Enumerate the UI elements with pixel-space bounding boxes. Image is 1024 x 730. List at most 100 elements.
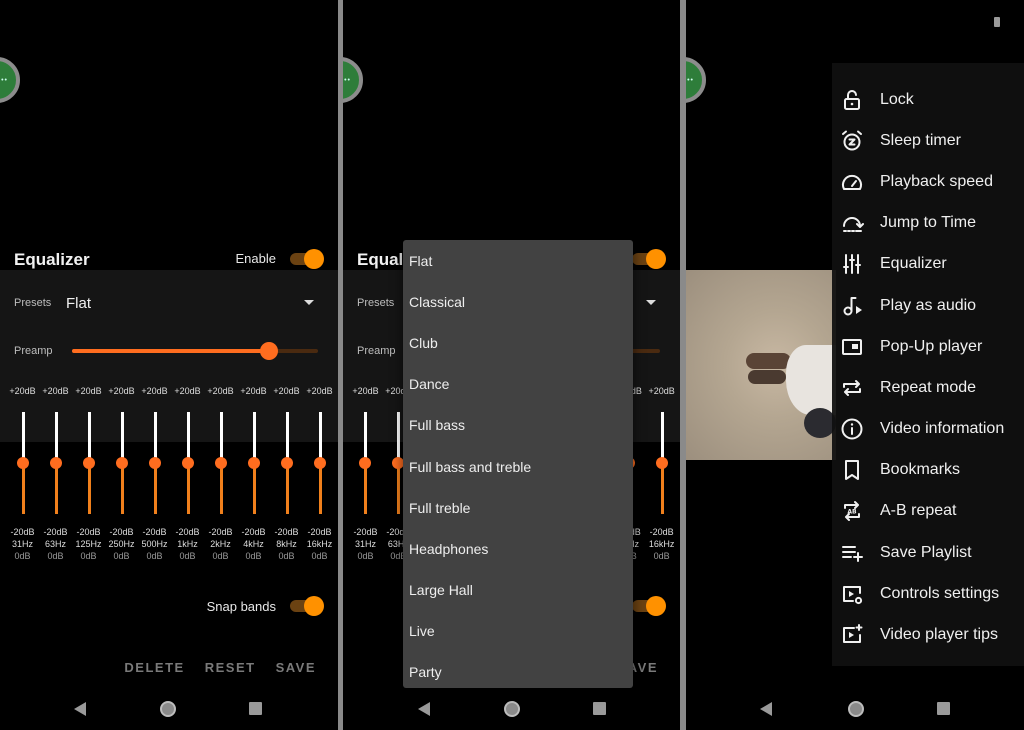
band-thumb[interactable] (148, 457, 161, 469)
band-thumb[interactable] (82, 457, 95, 469)
band-frequency: 16kHz (648, 539, 675, 549)
ab-repeat-icon: AB (840, 499, 864, 523)
preset-option[interactable]: Classical (403, 281, 633, 322)
floating-action-button[interactable]: •• (343, 57, 363, 103)
back-icon[interactable] (418, 702, 430, 716)
band-fill (364, 463, 368, 514)
menu-item-video-information[interactable]: Video information (832, 409, 1024, 450)
video-frame[interactable] (686, 270, 836, 460)
band-thumb[interactable] (49, 457, 62, 469)
presets-select[interactable]: Flat (66, 295, 91, 312)
menu-item-label: Bookmarks (880, 461, 961, 479)
band-labels: -20dB 250Hz 0dB (105, 526, 138, 562)
menu-item-label: Repeat mode (880, 378, 977, 396)
band-slider-16kHz[interactable]: +20dB -20dB 16kHz 0dB (303, 386, 336, 566)
menu-item-a-b-repeat[interactable]: AB A-B repeat (832, 491, 1024, 532)
home-icon[interactable] (504, 701, 520, 717)
menu-item-sleep-timer[interactable]: Sleep timer (832, 120, 1024, 161)
band-thumb[interactable] (16, 457, 29, 469)
back-icon[interactable] (760, 702, 772, 716)
preset-option[interactable]: Party (403, 652, 633, 693)
preamp-slider[interactable] (72, 342, 318, 360)
enable-toggle[interactable] (290, 249, 324, 269)
home-icon[interactable] (160, 701, 176, 717)
save-button[interactable]: SAVE (276, 660, 316, 675)
menu-item-controls-settings[interactable]: Controls settings (832, 573, 1024, 614)
menu-item-pop-up-player[interactable]: Pop-Up player (832, 326, 1024, 367)
menu-item-playback-speed[interactable]: Playback speed (832, 161, 1024, 202)
band-min-label: -20dB (353, 527, 378, 537)
menu-item-video-player-tips[interactable]: Video player tips (832, 614, 1024, 655)
band-slider-8kHz[interactable]: +20dB -20dB 8kHz 0dB (270, 386, 303, 566)
menu-item-play-as-audio[interactable]: Play as audio (832, 285, 1024, 326)
preset-option[interactable]: Full treble (403, 487, 633, 528)
back-icon[interactable] (74, 702, 86, 716)
presets-label: Presets (357, 297, 395, 309)
preset-option[interactable]: Club (403, 322, 633, 363)
menu-item-jump-to-time[interactable]: Jump to Time (832, 203, 1024, 244)
recents-icon[interactable] (593, 702, 606, 715)
band-slider-16kHz[interactable]: +20dB -20dB 16kHz 0dB (645, 386, 678, 566)
band-min-label: -20dB (43, 527, 68, 537)
menu-item-save-playlist[interactable]: Save Playlist (832, 532, 1024, 573)
band-thumb[interactable] (181, 457, 194, 469)
floating-action-button[interactable]: •• (686, 57, 706, 103)
action-buttons: DELETE RESET SAVE (124, 660, 316, 675)
equalizer-screen: •• Equalizer Enable Presets Flat Preamp … (0, 0, 338, 730)
band-gain: 0dB (311, 551, 328, 561)
band-thumb[interactable] (359, 457, 372, 469)
band-labels: -20dB 31Hz 0dB (349, 526, 382, 562)
toggle-knob (646, 249, 666, 269)
menu-item-lock[interactable]: Lock (832, 79, 1024, 120)
band-slider-2kHz[interactable]: +20dB -20dB 2kHz 0dB (204, 386, 237, 566)
band-gain: 0dB (212, 551, 229, 561)
delete-button[interactable]: DELETE (124, 660, 184, 675)
preset-option[interactable]: Flat (403, 240, 633, 281)
band-thumb[interactable] (655, 457, 668, 469)
band-thumb[interactable] (247, 457, 260, 469)
toggle-knob (646, 596, 666, 616)
preset-option[interactable]: Full bass (403, 405, 633, 446)
band-slider-1kHz[interactable]: +20dB -20dB 1kHz 0dB (171, 386, 204, 566)
snap-bands-toggle[interactable] (632, 596, 666, 616)
band-frequency: 8kHz (276, 539, 297, 549)
menu-item-label: Pop-Up player (880, 337, 983, 355)
band-slider-250Hz[interactable]: +20dB -20dB 250Hz 0dB (105, 386, 138, 566)
preamp-thumb[interactable] (259, 342, 278, 360)
recents-icon[interactable] (937, 702, 950, 715)
menu-item-repeat-mode[interactable]: Repeat mode (832, 367, 1024, 408)
recents-icon[interactable] (249, 702, 262, 715)
band-thumb[interactable] (214, 457, 227, 469)
band-min-label: -20dB (241, 527, 266, 537)
floating-action-button[interactable]: •• (0, 57, 20, 103)
menu-item-equalizer[interactable]: Equalizer (832, 244, 1024, 285)
band-thumb[interactable] (280, 457, 293, 469)
preset-option[interactable]: Large Hall (403, 570, 633, 611)
preset-option[interactable]: Live (403, 611, 633, 652)
dropdown-arrow-icon[interactable] (646, 300, 656, 305)
home-icon[interactable] (848, 701, 864, 717)
snap-bands-toggle[interactable] (290, 596, 324, 616)
reset-button[interactable]: RESET (205, 660, 256, 675)
dropdown-arrow-icon[interactable] (304, 300, 314, 305)
band-slider-500Hz[interactable]: +20dB -20dB 500Hz 0dB (138, 386, 171, 566)
band-fill (186, 463, 190, 514)
preset-option[interactable]: Dance (403, 364, 633, 405)
band-frequency: 1kHz (177, 539, 198, 549)
preset-option[interactable]: Full bass and treble (403, 446, 633, 487)
menu-item-bookmarks[interactable]: Bookmarks (832, 450, 1024, 491)
band-slider-31Hz[interactable]: +20dB -20dB 31Hz 0dB (349, 386, 382, 566)
band-slider-125Hz[interactable]: +20dB -20dB 125Hz 0dB (72, 386, 105, 566)
band-labels: -20dB 125Hz 0dB (72, 526, 105, 562)
band-slider-63Hz[interactable]: +20dB -20dB 63Hz 0dB (39, 386, 72, 566)
band-slider-31Hz[interactable]: +20dB -20dB 31Hz 0dB (6, 386, 39, 566)
system-nav-bar (0, 696, 338, 722)
band-fill (21, 463, 25, 514)
band-gain: 0dB (146, 551, 163, 561)
preset-option[interactable]: Headphones (403, 528, 633, 569)
band-labels: -20dB 31Hz 0dB (6, 526, 39, 562)
enable-toggle[interactable] (632, 249, 666, 269)
band-thumb[interactable] (115, 457, 128, 469)
band-thumb[interactable] (313, 457, 326, 469)
band-slider-4kHz[interactable]: +20dB -20dB 4kHz 0dB (237, 386, 270, 566)
